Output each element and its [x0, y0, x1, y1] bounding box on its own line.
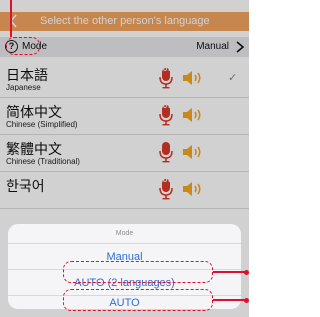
auto-highlight-box [63, 289, 213, 311]
sheet-title: Mode [115, 230, 134, 237]
annotation-dot-auto-2 [244, 269, 249, 275]
mode-highlight-box [6, 37, 40, 55]
annotation-dot-auto [244, 297, 249, 303]
annotation-line-auto [213, 299, 246, 301]
divider [8, 243, 241, 244]
annotation-line-auto-2 [213, 271, 246, 273]
auto-2-languages-highlight-box [63, 261, 213, 283]
annotation-line-top [10, 0, 12, 37]
